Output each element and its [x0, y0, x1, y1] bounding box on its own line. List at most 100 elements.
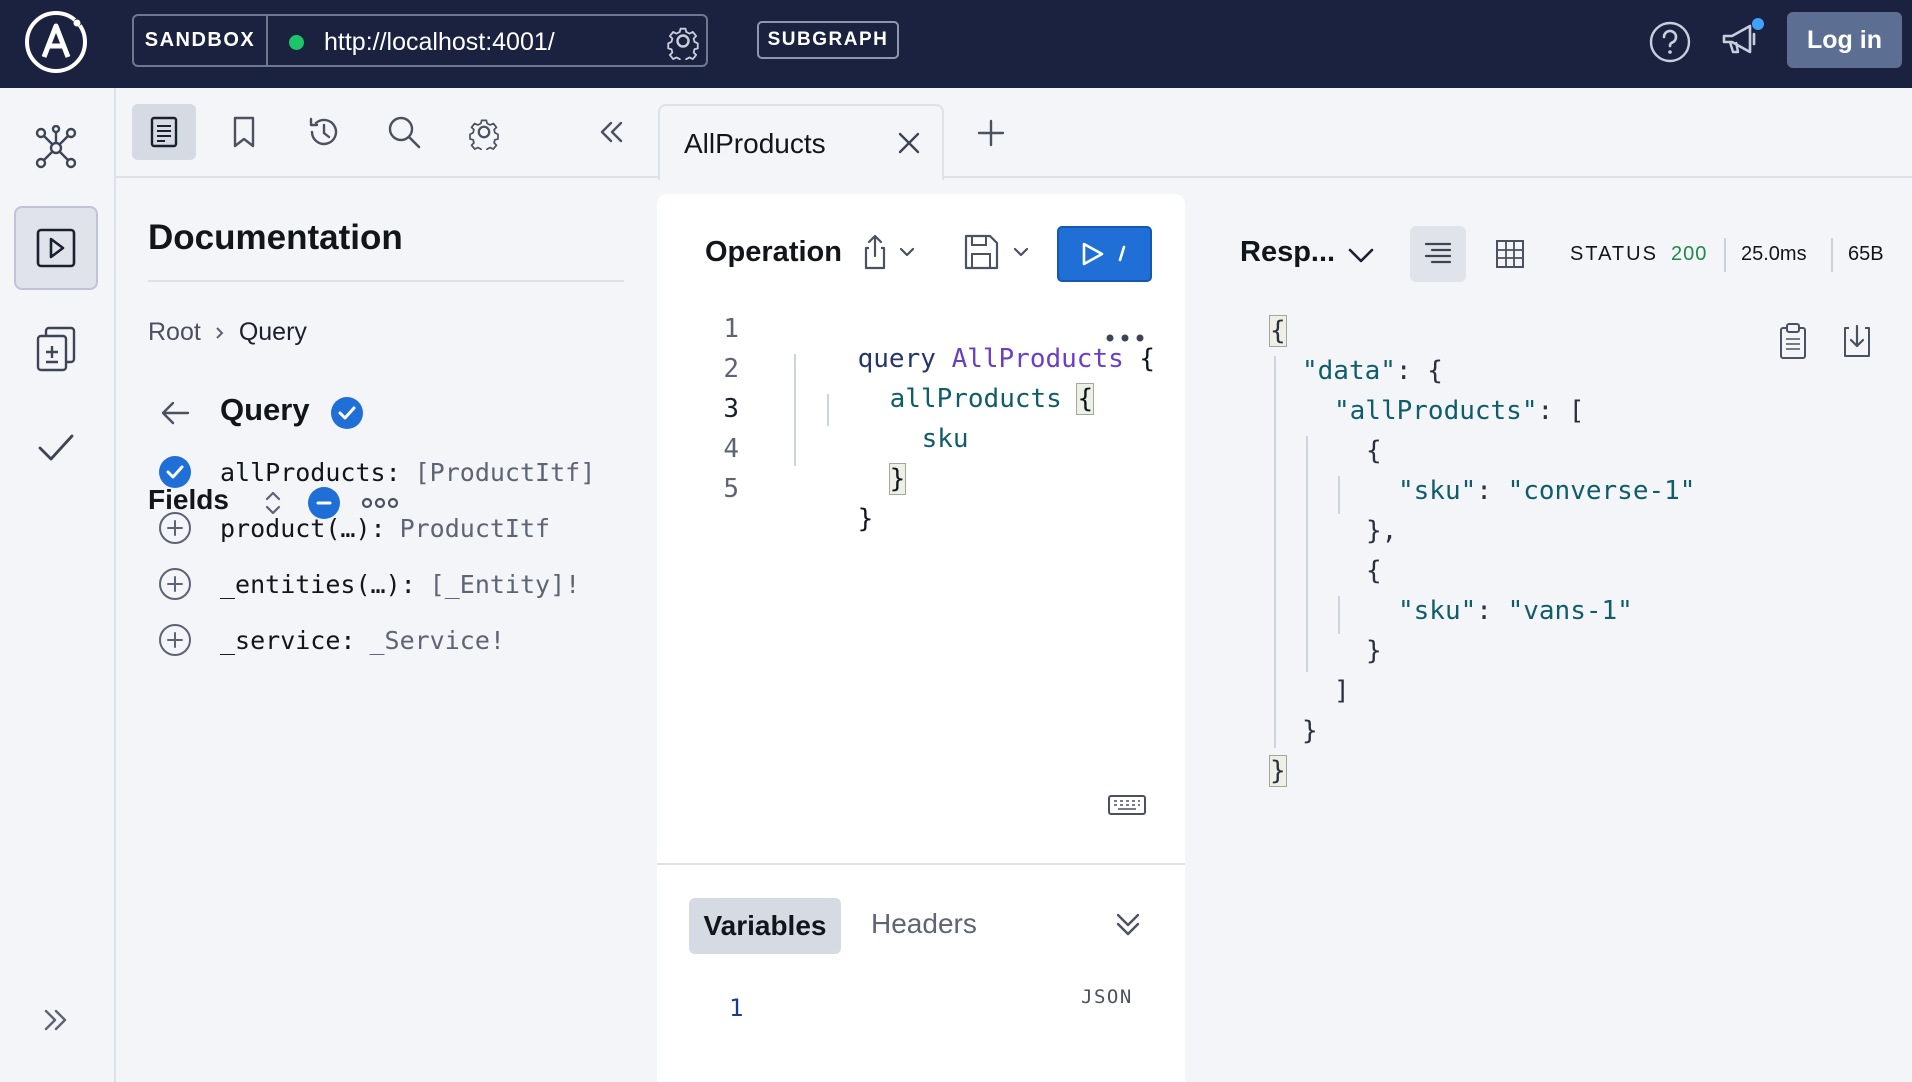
line-number: 3: [723, 394, 739, 424]
json-line: ]: [1334, 676, 1350, 706]
json-line: {: [1366, 436, 1382, 466]
json-punct: : [: [1537, 396, 1585, 426]
history-button[interactable]: [292, 104, 356, 160]
json-line: "data": {: [1302, 356, 1443, 386]
field-name[interactable]: product(…):: [220, 514, 386, 543]
code-line[interactable]: query AllProducts {: [795, 314, 1155, 374]
left-rail: [0, 88, 116, 1082]
check-icon: [38, 434, 74, 461]
field-type[interactable]: [_Entity]!: [430, 570, 581, 599]
field-type[interactable]: [ProductItf]: [415, 458, 596, 487]
json-brace: {: [1366, 436, 1382, 466]
share-dropdown[interactable]: [861, 232, 921, 272]
gear-icon: [469, 119, 499, 150]
gear-icon[interactable]: [664, 22, 702, 60]
field-type[interactable]: _Service!: [369, 626, 504, 655]
field-row[interactable]: _entities(…): [_Entity]!: [158, 564, 580, 604]
plus-circle-icon[interactable]: [158, 567, 192, 601]
settings-button[interactable]: [452, 104, 516, 160]
divider: [657, 863, 1185, 865]
plus-circle-icon[interactable]: [158, 511, 192, 545]
rail-checks[interactable]: [14, 306, 98, 390]
breadcrumb-root[interactable]: Root: [148, 318, 201, 347]
chevron-right-icon: [216, 326, 224, 339]
code-brace: {: [1076, 383, 1095, 415]
bookmark-icon: [233, 116, 255, 148]
json-line: },: [1366, 516, 1397, 546]
field-name[interactable]: _entities(…):: [220, 570, 416, 599]
download-icon[interactable]: [1840, 322, 1874, 360]
text-view-button[interactable]: [1410, 226, 1466, 282]
megaphone-icon[interactable]: [1718, 16, 1766, 62]
tab-label[interactable]: AllProducts: [684, 128, 826, 160]
check-circle-icon[interactable]: [330, 396, 364, 430]
field-name[interactable]: allProducts:: [220, 458, 401, 487]
table-view-button[interactable]: [1482, 226, 1538, 282]
code-field: sku: [921, 424, 969, 454]
format-label: JSON: [1081, 986, 1133, 1008]
tab-headers[interactable]: Headers: [871, 908, 977, 940]
code-brace: }: [888, 463, 907, 495]
apollo-logo-icon[interactable]: [22, 8, 90, 76]
json-brace: }: [1366, 636, 1382, 666]
documentation-button[interactable]: [132, 104, 196, 160]
json-value: "converse-1": [1507, 476, 1696, 506]
plus-icon[interactable]: [974, 116, 1008, 150]
clipboard-icon[interactable]: [1776, 322, 1810, 360]
json-line: }: [1302, 716, 1318, 746]
field-row[interactable]: _service: _Service!: [158, 620, 505, 660]
divider: [1831, 238, 1833, 272]
double-chevron-down-icon[interactable]: [1111, 908, 1145, 942]
keyboard-icon[interactable]: [1107, 792, 1147, 818]
rail-expand[interactable]: [14, 978, 98, 1062]
endpoint-input[interactable]: SANDBOX http://localhost:4001/: [132, 14, 708, 67]
field-row[interactable]: allProducts: [ProductItf]: [158, 452, 595, 492]
json-punct: : {: [1395, 356, 1443, 386]
json-line: "sku": "vans-1": [1398, 596, 1633, 626]
run-button[interactable]: [1057, 226, 1152, 282]
endpoint-url[interactable]: http://localhost:4001/: [324, 28, 555, 57]
json-line: }: [1366, 636, 1382, 666]
json-key: "data": [1302, 356, 1396, 386]
response-time: 25.0ms: [1741, 243, 1807, 265]
login-button[interactable]: Log in: [1787, 12, 1902, 68]
field-row[interactable]: product(…): ProductItf: [158, 508, 550, 548]
breadcrumb: Root Query: [148, 318, 307, 347]
arrow-left-icon[interactable]: [158, 396, 192, 430]
line-number: 1: [729, 994, 744, 1022]
docs-title: Documentation: [148, 218, 403, 257]
tab-variables[interactable]: Variables: [689, 898, 841, 954]
help-icon[interactable]: [1648, 20, 1692, 64]
collapse-panel-button[interactable]: [580, 104, 644, 160]
field-type[interactable]: ProductItf: [400, 514, 551, 543]
code-line[interactable]: sku: [859, 394, 969, 454]
line-number: 5: [723, 474, 739, 504]
operation-title: Operation: [705, 236, 842, 268]
save-dropdown[interactable]: [963, 232, 1037, 272]
json-line: "allProducts": [: [1334, 396, 1584, 426]
plus-circle-icon[interactable]: [158, 623, 192, 657]
code-line[interactable]: }: [795, 474, 874, 534]
rail-launches[interactable]: [14, 406, 98, 490]
chevron-down-icon[interactable]: [1346, 238, 1376, 272]
code-line[interactable]: allProducts {: [827, 354, 1095, 415]
response-selector[interactable]: Resp...: [1240, 236, 1335, 269]
subgraph-badge[interactable]: SUBGRAPH: [757, 21, 899, 59]
collections-button[interactable]: [212, 104, 276, 160]
more-horizontal-icon[interactable]: [1103, 328, 1147, 348]
field-name[interactable]: _service:: [220, 626, 355, 655]
check-circle-icon[interactable]: [158, 455, 192, 489]
indent-guide: [1306, 436, 1308, 672]
rail-schema[interactable]: [14, 106, 98, 190]
search-button[interactable]: [372, 104, 436, 160]
align-text-icon: [1424, 242, 1452, 264]
tab-allproducts[interactable]: AllProducts: [658, 104, 944, 180]
close-icon[interactable]: [894, 128, 924, 158]
json-line: }: [1269, 755, 1287, 787]
code-brace: }: [857, 504, 874, 534]
tab-bar: AllProducts: [656, 88, 1912, 180]
code-line[interactable]: }: [827, 434, 907, 495]
sandbox-label: SANDBOX: [134, 16, 268, 65]
rail-explorer[interactable]: [14, 206, 98, 290]
json-key: "sku": [1398, 596, 1477, 626]
